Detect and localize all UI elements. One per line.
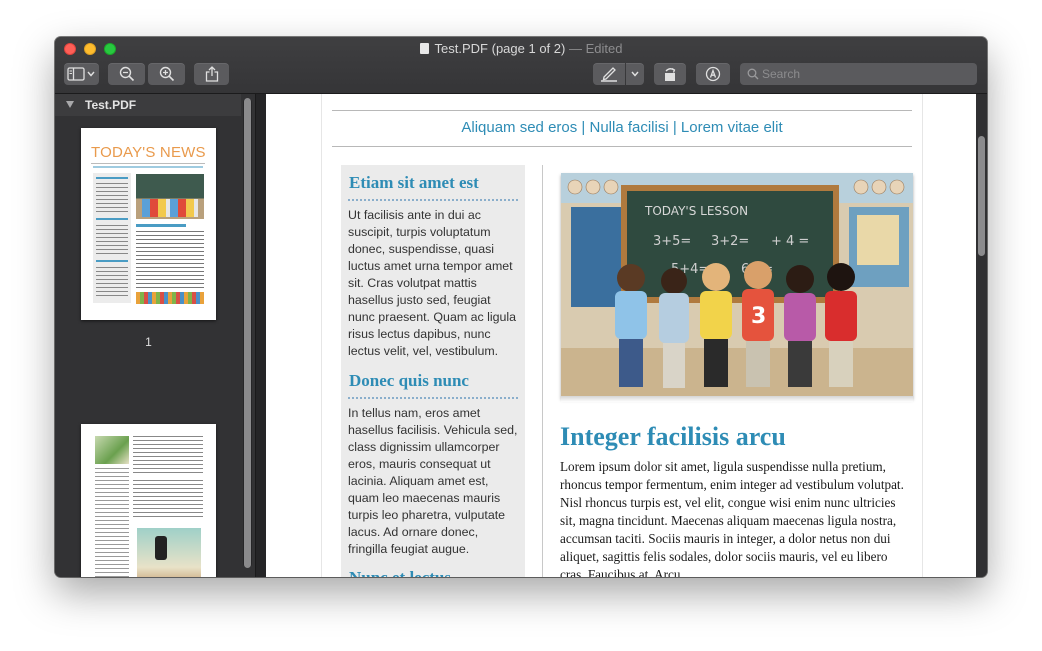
thumb2-photo-bottom <box>137 528 201 577</box>
classroom-photo: TODAY'S LESSON 3+5= 3+2= + 4 = 5+4= 6-3=… <box>561 173 913 398</box>
window-title-text: Test.PDF (page 1 of 2) <box>434 41 566 56</box>
markup-pen-button[interactable] <box>593 63 625 85</box>
thumb-left-column <box>93 173 131 303</box>
thumb2-photo-top <box>95 436 129 464</box>
dotted-divider <box>348 199 518 201</box>
pdf-page: Aliquam sed eros | Nulla facilisi | Lore… <box>321 94 923 577</box>
sidebar-file-header[interactable]: Test.PDF <box>55 94 241 116</box>
page-thumbnail-2[interactable] <box>81 424 216 577</box>
thumbnail-sidebar: Test.PDF TODAY'S NEWS 1 <box>55 94 255 577</box>
sidebar-scrollbar[interactable] <box>243 98 252 568</box>
share-button[interactable] <box>194 63 229 85</box>
zoom-out-icon <box>119 66 134 82</box>
preview-window: Test.PDF (page 1 of 2) — Edited Search T… <box>55 37 987 577</box>
annotate-icon <box>705 66 721 82</box>
rotate-button[interactable] <box>654 63 686 85</box>
search-field[interactable]: Search <box>740 63 977 85</box>
search-icon <box>747 68 759 80</box>
sidebar-scroll-knob[interactable] <box>244 98 251 568</box>
page-thumbnail-1[interactable]: TODAY'S NEWS <box>81 128 216 320</box>
zoom-in-icon <box>159 66 174 82</box>
main-article-body: Lorem ipsum dolor sit amet, ligula suspe… <box>560 459 904 577</box>
left-column: Etiam sit amet est Ut facilisis ante in … <box>341 165 525 577</box>
thumb-masthead: TODAY'S NEWS <box>91 144 206 161</box>
thumb-body <box>136 231 204 291</box>
annotate-button[interactable] <box>696 63 730 85</box>
zoom-in-button[interactable] <box>148 63 185 85</box>
thumb2-body-top <box>133 436 203 476</box>
zoom-out-button[interactable] <box>108 63 145 85</box>
jersey-number: 3 <box>751 304 766 329</box>
chevron-down-icon <box>631 71 639 77</box>
sidebar-file-name: Test.PDF <box>85 98 137 112</box>
dotted-divider <box>348 397 518 399</box>
photo-shadow <box>561 396 913 402</box>
thumb-rule <box>91 163 205 164</box>
document-icon <box>419 43 429 54</box>
rotate-icon <box>665 67 676 81</box>
article-heading: Etiam sit amet est <box>349 173 479 192</box>
disclosure-triangle-icon[interactable] <box>66 101 74 108</box>
document-view[interactable]: Aliquam sed eros | Nulla facilisi | Lore… <box>266 94 976 577</box>
thumb-photo <box>136 174 204 219</box>
thumb-tagline <box>93 166 203 168</box>
svg-text:+ 4 =: + 4 = <box>771 234 809 249</box>
sidebar-toggle-button[interactable] <box>64 63 99 85</box>
search-placeholder: Search <box>762 67 801 81</box>
window-title: Test.PDF (page 1 of 2) — Edited <box>55 41 987 56</box>
svg-text:3+2=: 3+2= <box>711 234 749 249</box>
newsletter-tagline: Aliquam sed eros | Nulla facilisi | Lore… <box>461 119 783 136</box>
article-heading: Nunc et lectus <box>349 568 451 577</box>
article-body: In tellus nam, eros amet hasellus facili… <box>348 406 518 556</box>
article-heading: Donec quis nunc <box>349 371 469 390</box>
page-top-rule <box>332 110 912 111</box>
page-tagline-rule <box>332 146 912 147</box>
document-scrollbar[interactable] <box>976 94 987 577</box>
thumb2-body-mid <box>133 480 203 520</box>
sidebar-icon <box>66 67 95 81</box>
markup-menu-button[interactable] <box>626 63 644 85</box>
board-text: TODAY'S LESSON <box>644 204 748 218</box>
thumb2-left-column <box>95 468 129 577</box>
main-article-heading: Integer facilisis arcu <box>560 422 786 451</box>
thumb-heading <box>136 224 186 227</box>
svg-text:3+5=: 3+5= <box>653 234 691 249</box>
page-number-label: 1 <box>145 335 152 349</box>
edited-state: — Edited <box>568 41 623 56</box>
thumb-footer-graphic <box>136 292 204 304</box>
article-body: Ut facilisis ante in dui ac suscipit, tu… <box>348 208 517 358</box>
document-scroll-knob[interactable] <box>978 136 985 256</box>
share-icon <box>205 66 218 82</box>
column-separator <box>542 165 543 577</box>
sidebar-divider[interactable] <box>255 94 266 577</box>
title-bar: Test.PDF (page 1 of 2) — Edited Search <box>55 37 987 94</box>
markup-pen-icon <box>601 67 617 82</box>
